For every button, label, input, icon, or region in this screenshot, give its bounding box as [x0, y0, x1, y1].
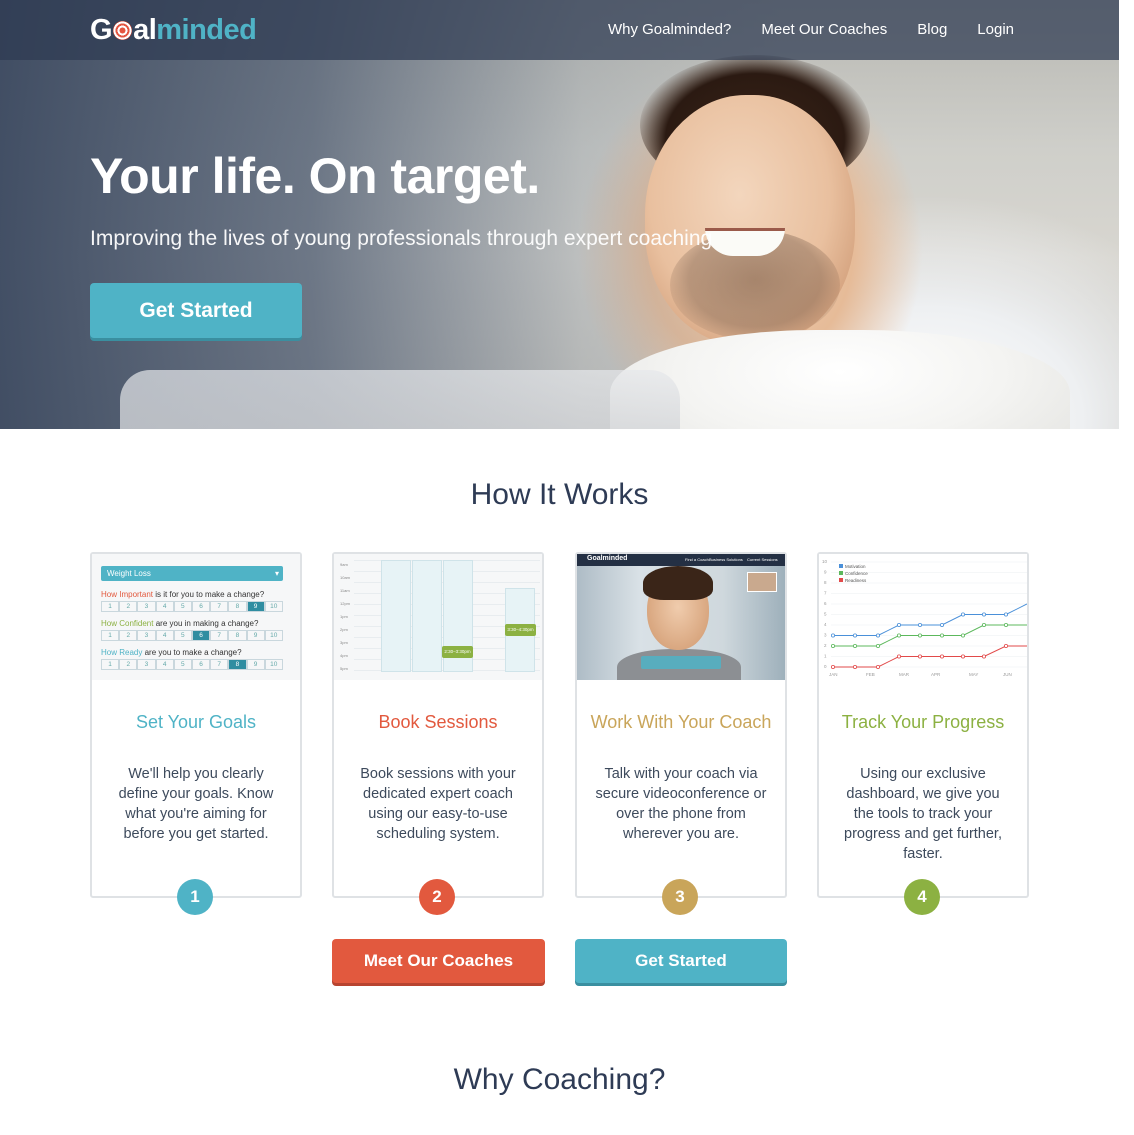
step-text: Talk with your coach via secure videocon…: [595, 766, 767, 842]
goal-scale-3: 1 2 3 4 5 6 7 8 9 10: [101, 659, 283, 670]
calendar-event: 2:30–3:30pm: [442, 646, 473, 658]
legend-label: Motivation: [845, 564, 866, 569]
step-card-track-progress: 10 9 8 7 6 5 4 3 2 1 0 JAN FEB MAR APR M…: [817, 552, 1029, 915]
calendar-day-column: [412, 560, 442, 672]
meet-our-coaches-button[interactable]: Meet Our Coaches: [332, 939, 545, 983]
navbar: Galminded Why Goalminded? Meet Our Coach…: [0, 0, 1119, 60]
chart-x-tick: JAN: [829, 672, 838, 677]
calendar-time-label: 5pm: [340, 666, 348, 671]
chart-x-tick: MAR: [899, 672, 910, 677]
goal-scale-2: 1 2 3 4 5 6 7 8 9 10: [101, 630, 283, 641]
step-number-badge: 2: [419, 879, 455, 915]
hero-subtitle: Improving the lives of young professiona…: [90, 227, 713, 250]
hero-get-started-button[interactable]: Get Started: [90, 283, 302, 338]
chart-y-tick: 3: [824, 633, 827, 638]
self-view-thumbnail: [747, 572, 777, 592]
goal-scale-1: 1 2 3 4 5 6 7 8 9 10: [101, 601, 283, 612]
goal-question-1: How Important is it for you to make a ch…: [101, 590, 265, 599]
why-coaching-title: Why Coaching?: [453, 1063, 666, 1096]
chart-y-tick: 4: [824, 622, 827, 627]
nav-link-coaches[interactable]: Meet Our Coaches: [761, 20, 887, 40]
video-app-header: Goalminded Find a Coach Business Solutio…: [577, 554, 785, 566]
chart-x-tick: JUN: [1003, 672, 1012, 677]
step-number-badge: 1: [177, 879, 213, 915]
chart-y-tick: 6: [824, 601, 827, 606]
step-card-set-goals: Weight Loss ▾ How Important is it for you…: [90, 552, 302, 915]
step-title: Work With Your Coach: [590, 712, 772, 732]
calendar-time-label: 3pm: [340, 640, 348, 645]
hero-section: Galminded Why Goalminded? Meet Our Coach…: [0, 0, 1119, 429]
video-controls: [641, 656, 721, 669]
video-app-menu-item: Find a Coach: [685, 557, 709, 562]
chart-y-tick: 7: [824, 591, 827, 596]
chart-y-tick: 8: [824, 580, 827, 585]
chart-y-tick: 2: [824, 643, 827, 648]
video-app-brand: Goalminded: [587, 555, 628, 562]
step-card-book-sessions: 9am 10am 11am 12pm 1pm 2pm 3pm 4pm 5pm 2…: [332, 552, 544, 915]
calendar-time-label: 1pm: [340, 614, 348, 619]
legend-swatch-confidence: [839, 571, 843, 575]
series-line-motivation: [833, 603, 1027, 636]
goal-question-2: How Confident are you in making a change…: [101, 619, 259, 628]
nav-link-blog[interactable]: Blog: [917, 20, 947, 40]
logo-text-goal: Gal: [90, 14, 157, 46]
calendar-time-label: 10am: [340, 575, 351, 580]
nav-link-login[interactable]: Login: [977, 20, 1014, 40]
target-icon: [113, 21, 133, 40]
step-number-badge: 3: [662, 879, 698, 915]
video-app-menu-item: Business Solutions: [709, 557, 743, 562]
chart-y-tick: 1: [824, 654, 827, 659]
calendar-time-label: 9am: [340, 562, 348, 567]
calendar-time-label: 4pm: [340, 653, 348, 658]
step-title: Book Sessions: [378, 712, 498, 732]
chart-x-tick: APR: [931, 672, 941, 677]
legend-swatch-motivation: [839, 564, 843, 568]
get-started-button[interactable]: Get Started: [575, 939, 787, 983]
video-call-thumbnail: Goalminded Find a Coach Business Solutio…: [577, 554, 785, 680]
step-card-work-with-coach: Goalminded Find a Coach Business Solutio…: [575, 552, 787, 915]
nav-links: Why Goalminded? Meet Our Coaches Blog Lo…: [608, 20, 1014, 40]
step-number-badge: 4: [904, 879, 940, 915]
legend-label: Confidence: [845, 571, 868, 576]
video-app-menu-item: Current Sessions: [747, 557, 778, 562]
progress-chart-thumbnail: 10 9 8 7 6 5 4 3 2 1 0 JAN FEB MAR APR M…: [819, 554, 1027, 680]
step-text: Using our exclusive dashboard, we give y…: [844, 766, 1002, 862]
chart-y-tick: 10: [822, 559, 828, 564]
chart-x-tick: MAY: [969, 672, 978, 677]
hero-title: Your life. On target.: [90, 148, 540, 204]
hero-photo-laptop: [120, 370, 680, 429]
chart-y-tick: 0: [824, 664, 827, 669]
step-title: Set Your Goals: [135, 712, 257, 732]
coach-hair: [643, 566, 713, 600]
goals-form-thumbnail: Weight Loss ▾ How Important is it for you…: [92, 554, 300, 680]
progress-chart: 10 9 8 7 6 5 4 3 2 1 0 JAN FEB MAR APR M…: [822, 559, 1027, 677]
nav-link-why[interactable]: Why Goalminded?: [608, 20, 731, 40]
goal-question-3: How Ready are you to make a change?: [101, 648, 242, 657]
legend-swatch-readiness: [839, 578, 843, 582]
chart-x-tick: FEB: [866, 672, 875, 677]
calendar-day-column: [381, 560, 411, 672]
logo-text-minded: minded: [156, 14, 257, 46]
goal-dropdown: Weight Loss ▾: [101, 566, 283, 581]
logo[interactable]: Galminded: [90, 14, 257, 46]
calendar-time-label: 11am: [340, 588, 350, 593]
calendar-time-label: 12pm: [340, 601, 351, 606]
calendar-thumbnail: 9am 10am 11am 12pm 1pm 2pm 3pm 4pm 5pm 2…: [334, 554, 542, 680]
chart-y-tick: 5: [824, 612, 827, 617]
how-it-works-title: How It Works: [470, 478, 649, 511]
legend-label: Readiness: [845, 578, 867, 583]
step-title: Track Your Progress: [841, 712, 1005, 732]
step-text: We'll help you clearly define your goals…: [118, 766, 274, 842]
calendar-time-label: 2pm: [340, 627, 348, 632]
calendar-event: 3:30–4:30pm: [505, 624, 536, 636]
step-text: Book sessions with your dedicated expert…: [360, 766, 516, 842]
chart-y-tick: 9: [824, 570, 827, 575]
